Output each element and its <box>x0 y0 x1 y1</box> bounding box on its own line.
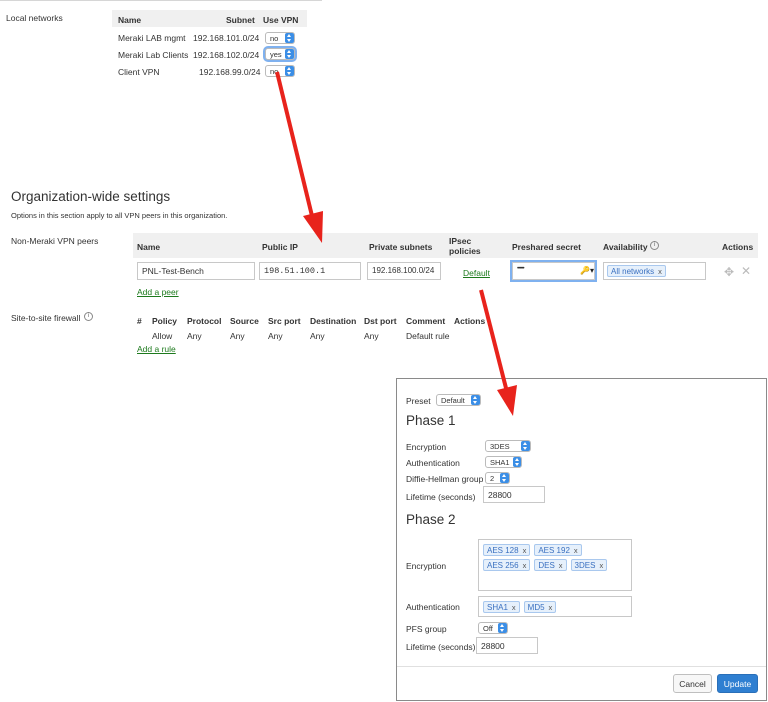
annotation-arrow-line <box>275 71 315 221</box>
annotation-arrowhead <box>303 211 323 243</box>
annotation-arrows <box>275 71 517 416</box>
annotation-arrow-line <box>479 289 509 393</box>
annotation-arrowhead <box>497 385 517 416</box>
